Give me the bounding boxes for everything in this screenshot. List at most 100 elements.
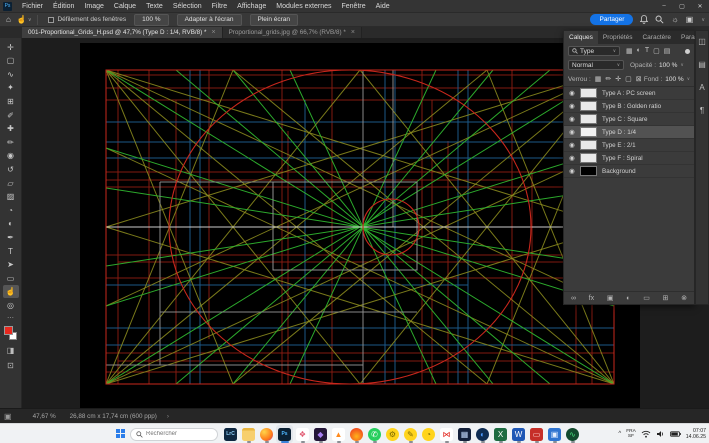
taskbar-app-firefox[interactable] bbox=[258, 425, 275, 443]
zoom-level[interactable]: 47,67 % bbox=[33, 413, 56, 420]
layer-group-icon[interactable]: ▭ bbox=[643, 294, 650, 302]
link-layers-icon[interactable]: ∞ bbox=[571, 295, 576, 302]
taskbar-app-vlc[interactable]: ▲ bbox=[330, 425, 347, 443]
delete-layer-icon[interactable]: ⊗ bbox=[681, 294, 687, 302]
wifi-icon[interactable] bbox=[641, 430, 651, 438]
tray-expand-icon[interactable]: ^ bbox=[618, 431, 621, 437]
taskbar-app-blue-app[interactable]: ▣ bbox=[546, 425, 563, 443]
filter-pixel-icon[interactable]: ▦ bbox=[626, 47, 633, 55]
layer-thumbnail[interactable] bbox=[580, 127, 597, 137]
panel-character-icon[interactable]: A bbox=[699, 83, 704, 92]
clone-stamp-tool-icon[interactable]: ◉ bbox=[3, 149, 19, 162]
dodge-tool-icon[interactable]: ◐ bbox=[3, 217, 19, 230]
edit-toolbar-icon[interactable]: ⋯ bbox=[7, 314, 14, 322]
minimize-button[interactable]: – bbox=[655, 0, 673, 13]
opacity-value[interactable]: 100 % bbox=[659, 62, 677, 69]
taskbar-app-flame-app[interactable] bbox=[348, 425, 365, 443]
menu-item--dition[interactable]: Édition bbox=[48, 0, 79, 13]
full-screen-button[interactable]: Plein écran bbox=[250, 14, 299, 26]
language-indicator[interactable]: FRA SF bbox=[626, 429, 636, 439]
eraser-tool-icon[interactable]: ▱ bbox=[3, 177, 19, 190]
chevron-down-icon[interactable]: ∨ bbox=[687, 76, 690, 82]
menu-item-fen-tre[interactable]: Fenêtre bbox=[337, 0, 371, 13]
foreground-color-swatch[interactable] bbox=[4, 326, 13, 335]
menu-item-calque[interactable]: Calque bbox=[109, 0, 141, 13]
taskbar-app-acrobat[interactable]: ⋈ bbox=[438, 425, 455, 443]
menu-item-aide[interactable]: Aide bbox=[371, 0, 395, 13]
status-menu-icon[interactable]: › bbox=[167, 413, 169, 420]
panel-tab-propri-t-s[interactable]: Propriétés bbox=[598, 31, 638, 44]
gradient-tool-icon[interactable]: ▨ bbox=[3, 190, 19, 203]
taskbar-app-whatsapp[interactable]: ✆ bbox=[366, 425, 383, 443]
panel-history-icon[interactable]: ◫ bbox=[698, 37, 706, 46]
screen-mode-icon[interactable]: ▣ bbox=[4, 412, 12, 421]
fill-value[interactable]: 100 % bbox=[665, 76, 683, 83]
tab-close-icon[interactable]: × bbox=[211, 29, 215, 36]
workspace-icon[interactable]: ▣ bbox=[686, 15, 694, 24]
speaker-icon[interactable] bbox=[656, 430, 665, 438]
chevron-down-icon[interactable]: ∨ bbox=[680, 62, 683, 68]
tab-close-icon[interactable]: × bbox=[351, 29, 355, 36]
layer-thumbnail[interactable] bbox=[580, 101, 597, 111]
menu-item-fichier[interactable]: Fichier bbox=[17, 0, 48, 13]
menu-item-modules-externes[interactable]: Modules externes bbox=[271, 0, 336, 13]
search-input[interactable] bbox=[146, 431, 210, 437]
filter-adjustment-icon[interactable]: ◐ bbox=[637, 47, 641, 55]
canvas-image[interactable] bbox=[80, 43, 640, 408]
taskbar-app-navy-app[interactable]: ◐ bbox=[474, 425, 491, 443]
blur-tool-icon[interactable]: ◔ bbox=[3, 204, 19, 217]
brush-tool-icon[interactable]: ✏ bbox=[3, 136, 19, 149]
taskbar-app-purple-app[interactable]: ◆ bbox=[312, 425, 329, 443]
learn-icon[interactable]: ☼ bbox=[671, 15, 678, 24]
lock-pixels-icon[interactable]: ✏ bbox=[605, 75, 611, 83]
marquee-tool-icon[interactable]: ▢ bbox=[3, 54, 19, 67]
lock-artboard-icon[interactable]: ▢ bbox=[625, 75, 632, 83]
visibility-eye-icon[interactable]: ◉ bbox=[567, 141, 577, 149]
layer-row[interactable]: ◉Type E : 2/1 bbox=[564, 139, 694, 152]
visibility-eye-icon[interactable]: ◉ bbox=[567, 89, 577, 97]
document-tab[interactable]: 001-Proportional_Grids_H.psd @ 47,7% (Ty… bbox=[22, 27, 223, 38]
screen-mode-icon[interactable]: ⊡ bbox=[3, 360, 19, 372]
blend-mode-select[interactable]: Normal ∨ bbox=[568, 60, 624, 70]
layer-row[interactable]: ◉Type B : Golden ratio bbox=[564, 100, 694, 113]
hand-tool-icon[interactable]: ☝ bbox=[3, 285, 19, 298]
lock-all-icon[interactable]: ⊠ bbox=[636, 75, 642, 83]
adjustment-layer-icon[interactable]: ◐ bbox=[626, 295, 630, 302]
fit-screen-button[interactable]: Adapter à l'écran bbox=[177, 14, 242, 26]
home-icon[interactable]: ⌂ bbox=[6, 13, 11, 27]
search-icon[interactable] bbox=[655, 15, 664, 24]
new-layer-icon[interactable]: ⊞ bbox=[663, 294, 669, 302]
taskbar-app-yellow-app-1[interactable]: ⚙ bbox=[384, 425, 401, 443]
document-tab[interactable]: Proportional_grids.jpg @ 66,7% (RVB/8) *… bbox=[223, 27, 362, 38]
maximize-button[interactable]: ▢ bbox=[673, 0, 691, 13]
move-tool-icon[interactable]: ✛ bbox=[3, 41, 19, 54]
taskbar-app-excel[interactable]: X bbox=[492, 425, 509, 443]
visibility-eye-icon[interactable]: ◉ bbox=[567, 154, 577, 162]
menu-item-affichage[interactable]: Affichage bbox=[232, 0, 271, 13]
taskbar-app-calculator[interactable]: ▦ bbox=[456, 425, 473, 443]
taskbar-app-red-app[interactable]: ▭ bbox=[528, 425, 545, 443]
layer-thumbnail[interactable] bbox=[580, 166, 597, 176]
layer-thumbnail[interactable] bbox=[580, 140, 597, 150]
visibility-eye-icon[interactable]: ◉ bbox=[567, 167, 577, 175]
start-button[interactable] bbox=[116, 429, 126, 439]
panel-paragraph-icon[interactable]: ¶ bbox=[700, 106, 704, 115]
chevron-down-icon[interactable]: ∨ bbox=[28, 17, 32, 23]
layer-thumbnail[interactable] bbox=[580, 153, 597, 163]
visibility-eye-icon[interactable]: ◉ bbox=[567, 102, 577, 110]
healing-brush-tool-icon[interactable]: ✚ bbox=[3, 122, 19, 135]
eyedropper-tool-icon[interactable]: ✐ bbox=[3, 109, 19, 122]
quick-selection-tool-icon[interactable]: ✦ bbox=[3, 81, 19, 94]
panel-swatches-icon[interactable]: ▤ bbox=[698, 60, 706, 69]
layer-row[interactable]: ◉Background bbox=[564, 165, 694, 178]
filter-shape-icon[interactable]: ▢ bbox=[653, 47, 660, 55]
hand-tool-icon[interactable]: ☝ bbox=[17, 13, 27, 27]
layer-row[interactable]: ◉Type A : PC screen bbox=[564, 87, 694, 100]
panel-tab-caract-re[interactable]: Caractère bbox=[637, 31, 676, 44]
taskbar-app-photos[interactable]: ❖ bbox=[294, 425, 311, 443]
panel-tab-calques[interactable]: Calques bbox=[564, 31, 598, 44]
quick-mask-icon[interactable]: ◨ bbox=[3, 345, 19, 357]
visibility-eye-icon[interactable]: ◉ bbox=[567, 115, 577, 123]
lock-transparency-icon[interactable]: ▦ bbox=[595, 75, 602, 83]
menu-item-s-lection[interactable]: Sélection bbox=[168, 0, 207, 13]
